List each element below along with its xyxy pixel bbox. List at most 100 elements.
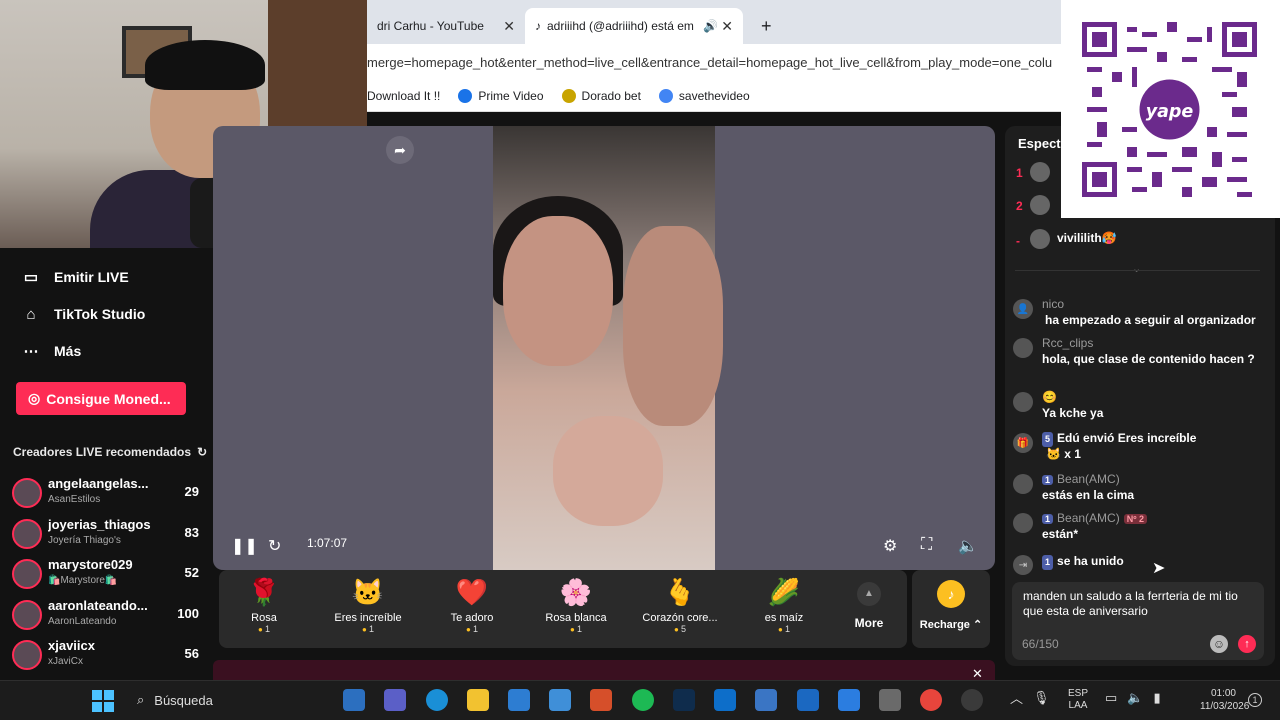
chat-username[interactable]: nico — [1042, 297, 1064, 311]
chat-input-text[interactable]: manden un saludo a la ferrteria de mi ti… — [1023, 589, 1258, 619]
media-player-icon[interactable] — [590, 689, 612, 711]
bookmark-dorado-bet[interactable]: Dorado bet — [561, 88, 641, 103]
calculator-icon[interactable] — [879, 689, 901, 711]
nav-emitir-live[interactable]: ▭ Emitir LIVE — [22, 268, 129, 286]
gift-price: 1 — [422, 624, 522, 634]
viewer-count: 56 — [184, 646, 199, 661]
tab-tiktok[interactable]: ♪ adriiihd (@adriiihd) está em 🔊 ✕ — [525, 8, 743, 44]
settings-icon[interactable]: ⚙ — [883, 536, 897, 556]
avatar[interactable] — [1030, 195, 1050, 215]
bookmark-prime-video[interactable]: Prime Video — [458, 88, 544, 103]
display-icon[interactable]: ▭ — [1105, 690, 1117, 706]
outlook-icon[interactable] — [797, 689, 819, 711]
language-indicator[interactable]: ESP LAA — [1068, 688, 1088, 712]
notification-badge[interactable]: 1 — [1248, 693, 1262, 707]
avatar — [1013, 513, 1033, 533]
tab-youtube[interactable]: dri Carhu - YouTube ✕ — [367, 8, 525, 44]
gift-item[interactable]: 🐱 Eres increíble1 — [318, 576, 418, 634]
mail-icon[interactable] — [549, 689, 571, 711]
photoshop-icon[interactable] — [673, 689, 695, 711]
section-title: Creadores LIVE recomendados — [13, 445, 192, 459]
close-icon[interactable]: ✕ — [503, 18, 515, 35]
chat-username[interactable]: Edú — [1057, 431, 1080, 445]
viewer-count: 100 — [177, 606, 199, 621]
spotify-icon[interactable] — [632, 689, 654, 711]
chevron-down-icon[interactable]: ⌄ — [1132, 262, 1141, 275]
new-tab-button[interactable]: + — [751, 8, 781, 44]
fullscreen-icon[interactable]: ⛶ — [921, 536, 932, 554]
creator-name: angelaangelas... — [48, 476, 149, 491]
teams-icon[interactable] — [384, 689, 406, 711]
clock[interactable]: 01:00 11/03/2026 — [1200, 687, 1249, 713]
notepad-icon[interactable] — [755, 689, 777, 711]
creator-sub: AaronLateando — [48, 616, 117, 627]
obs-icon[interactable] — [961, 689, 983, 711]
pause-icon[interactable]: ❚❚ — [231, 536, 258, 556]
get-coins-button[interactable]: ◎ Consigue Moned... — [16, 382, 186, 415]
button-label: Recharge ⌃ — [919, 619, 983, 631]
more-gifts-button[interactable]: ▲ More — [834, 582, 904, 640]
onedrive-icon[interactable] — [714, 689, 736, 711]
task-view-icon[interactable] — [343, 689, 365, 711]
chat-text: estás en la cima — [1042, 488, 1135, 502]
chat-username[interactable]: Bean(AMC) — [1057, 511, 1120, 525]
nav-label: Emitir LIVE — [54, 269, 129, 285]
chat-username-row[interactable]: 1 Bean(AMC) — [1042, 472, 1120, 486]
gift-item[interactable]: 🫰 Corazón core...5 — [630, 576, 730, 634]
chat-username[interactable]: Rcc_clips — [1042, 336, 1093, 350]
gift-item[interactable]: ❤️ Te adoro1 — [422, 576, 522, 634]
dorado-icon — [561, 88, 576, 103]
bookmark-download[interactable]: Download It !! — [367, 89, 440, 103]
creator-item[interactable]: joyerias_thiagos Joyería Thiago's 83 — [10, 515, 205, 553]
close-icon[interactable]: ✕ — [721, 18, 733, 35]
refresh-icon[interactable]: ↻ — [268, 536, 281, 556]
emoji-icon[interactable]: ☺ — [1210, 635, 1228, 653]
nav-mas[interactable]: ⋯ Más — [22, 342, 82, 360]
tiktok-coin-icon: ♪ — [937, 580, 965, 608]
gift-item[interactable]: 🌽 es maíz1 — [734, 576, 834, 634]
bookmark-savethevideo[interactable]: savethevideo — [658, 88, 750, 103]
avatar[interactable] — [1030, 162, 1050, 182]
volume-icon[interactable]: 🔈 — [958, 536, 978, 556]
creator-name: marystore029 — [48, 557, 133, 572]
chevron-up-icon[interactable]: ︿ — [1010, 688, 1023, 707]
level-badge: 1 — [1042, 514, 1054, 524]
chat-username[interactable]: Bean(AMC) — [1057, 472, 1120, 486]
calendar-icon[interactable] — [838, 689, 860, 711]
volume-icon[interactable]: 🔈 — [1127, 690, 1143, 706]
store-icon[interactable] — [508, 689, 530, 711]
gift-name: Rosa blanca — [545, 612, 607, 624]
creator-item[interactable]: xjaviicx xJaviCx 56 — [10, 636, 205, 674]
address-bar[interactable]: merge=homepage_hot&enter_method=live_cel… — [367, 44, 1061, 80]
battery-icon[interactable]: ▮ — [1153, 690, 1160, 706]
gift-item[interactable]: 🌸 Rosa blanca1 — [526, 576, 626, 634]
share-icon[interactable]: ➦ — [386, 136, 414, 164]
viewer-name[interactable]: vivililith🥵 — [1057, 231, 1117, 245]
file-explorer-icon[interactable] — [467, 689, 489, 711]
coin-icon: ◎ — [28, 390, 41, 406]
refresh-icon[interactable]: ↻ — [197, 445, 207, 459]
live-player[interactable]: ➦ ❚❚ ↻ 1:07:07 ⚙ ⛶ 🔈 — [213, 126, 995, 570]
avatar[interactable] — [1030, 229, 1050, 249]
speaker-icon[interactable]: 🔊 — [703, 19, 718, 33]
taskbar-search[interactable]: ⌕ Búsqueda — [125, 686, 325, 714]
recharge-button[interactable]: ♪ Recharge ⌃ — [912, 570, 990, 648]
gift-item[interactable]: 🌹 Rosa1 — [214, 576, 314, 634]
chat-username-row[interactable]: 1 Bean(AMC) Nº 2 — [1042, 511, 1147, 525]
level-badge: 1 — [1042, 475, 1054, 485]
video-frame[interactable] — [493, 126, 723, 570]
microphone-icon[interactable]: 🎙 — [1033, 690, 1050, 706]
nav-tiktok-studio[interactable]: ⌂ TikTok Studio — [22, 305, 145, 323]
chrome-icon[interactable] — [920, 689, 942, 711]
creator-item[interactable]: aaronlateando... AaronLateando 100 — [10, 596, 205, 634]
chevron-up-icon: ▲ — [857, 582, 881, 606]
windows-start-icon[interactable] — [92, 690, 114, 712]
button-label: More — [854, 616, 884, 630]
creator-item[interactable]: marystore029 🛍️Marystore🛍️ 52 — [10, 555, 205, 593]
chat-username[interactable]: 😊 — [1042, 390, 1057, 404]
edge-icon[interactable] — [426, 689, 448, 711]
chat-message: Rcc_clips hola, que clase de contenido h… — [1013, 336, 1263, 384]
send-icon[interactable]: ↑ — [1238, 635, 1256, 653]
bookmarks-bar: Download It !! Prime Video Dorado bet sa… — [367, 80, 1061, 112]
creator-item[interactable]: angelaangelas... AsanEstilos 29 — [10, 474, 205, 512]
